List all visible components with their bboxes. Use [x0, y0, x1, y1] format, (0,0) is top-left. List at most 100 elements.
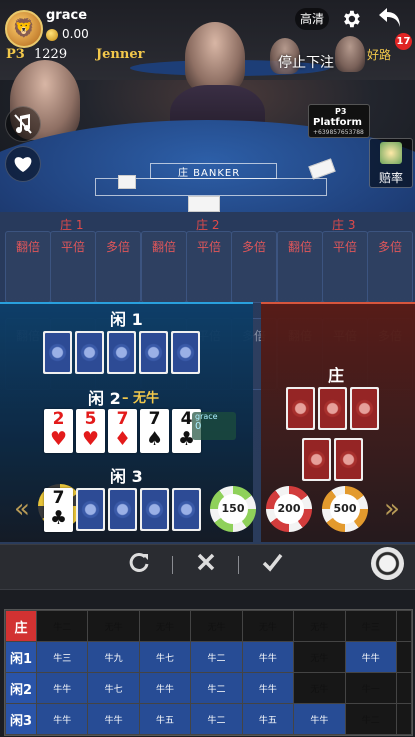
chip-150[interactable]: 150	[210, 486, 256, 532]
results-cell: 牛牛	[35, 672, 89, 704]
results-table: 庄牛二 无牛 无牛 无牛 无牛 无牛 牛三 闲1 牛三 牛九 牛七 牛二 牛牛 无牛 牛牛 闲2 牛牛 牛七 牛牛牛…	[4, 609, 413, 736]
results-cell: 牛二	[190, 641, 243, 673]
player-tag-name: grace	[195, 412, 218, 421]
coin-icon	[46, 29, 58, 41]
bet-option-label: 多倍	[105, 240, 130, 254]
chevron-left-icon[interactable]: «	[14, 494, 30, 524]
check-icon[interactable]	[261, 551, 283, 579]
bet-option-label: 翻倍	[151, 240, 176, 254]
heart-icon	[14, 157, 32, 172]
card-rank: 7	[52, 488, 65, 508]
results-cell: 牛牛	[138, 672, 192, 704]
results-cell: 牛牛	[344, 641, 398, 673]
bet-option-banker1-equal[interactable]: 平倍	[50, 231, 96, 303]
bet-option-banker2-multi[interactable]: 多倍	[231, 231, 277, 303]
playing-card: 2 ♥	[44, 409, 73, 453]
results-cell	[396, 641, 412, 673]
results-cell: 无牛	[293, 672, 346, 704]
results-row: 庄牛二 无牛 无牛 无牛 无牛 无牛 牛三	[5, 610, 412, 642]
bet-option-banker3-multi[interactable]: 多倍	[367, 231, 413, 303]
room-value: 1229	[34, 47, 68, 62]
username: grace	[46, 8, 88, 23]
table-card	[118, 175, 136, 189]
card-suit: ♥	[81, 428, 100, 450]
result-separator: –	[122, 391, 129, 406]
favorite-button[interactable]	[5, 146, 41, 182]
card-back	[172, 488, 201, 531]
music-toggle-button[interactable]	[5, 106, 41, 142]
results-cell: 牛一	[344, 672, 398, 704]
player2-result-text: 无牛	[133, 391, 160, 406]
results-row-label: 闲3	[5, 703, 37, 735]
results-cell: 牛五	[241, 703, 295, 735]
results-cell: 无牛	[241, 610, 295, 642]
roadmap-link[interactable]: 好路	[367, 46, 391, 63]
card-back	[75, 331, 104, 374]
platform-sign-line3: +639857653788	[313, 129, 364, 136]
results-cell: 无牛	[293, 641, 346, 673]
chip-200[interactable]: 200	[266, 486, 312, 532]
card-back	[302, 438, 331, 481]
results-cell: 牛七	[138, 641, 192, 673]
player2-result: – 无牛	[122, 387, 159, 406]
card-back	[171, 331, 200, 374]
card-suit: ♦	[113, 428, 132, 450]
card-back	[318, 387, 347, 430]
results-cell: 牛牛	[241, 641, 295, 673]
chip-500[interactable]: 500	[322, 486, 368, 532]
dealer-name: Jenner	[96, 47, 145, 62]
music-off-icon	[14, 114, 32, 134]
card-rank: 2	[52, 409, 65, 429]
odds-label: 赔率	[378, 171, 403, 185]
close-icon[interactable]	[195, 551, 217, 579]
results-cell: 牛牛	[241, 672, 295, 704]
bet-option-label: 多倍	[377, 240, 402, 254]
card-back	[286, 387, 315, 430]
results-cell: 无牛	[138, 610, 192, 642]
back-icon[interactable]	[377, 6, 403, 30]
card-back	[107, 331, 136, 374]
results-row-label: 闲2	[5, 672, 37, 704]
refresh-icon[interactable]	[128, 551, 150, 579]
table-card	[188, 196, 220, 212]
results-cell	[396, 610, 412, 642]
status-text: 停止下注	[278, 55, 334, 71]
playing-card: 5 ♥	[76, 409, 105, 453]
bet-option-banker3-equal[interactable]: 平倍	[322, 231, 368, 303]
chip-settings-icon[interactable]	[371, 547, 404, 580]
player3-title: 闲 3	[110, 467, 143, 486]
results-cell: 牛九	[87, 641, 140, 673]
chevron-right-icon[interactable]: »	[384, 494, 400, 524]
bet-option-label: 平倍	[332, 240, 357, 254]
bet-option-label: 平倍	[60, 240, 85, 254]
results-cell: 牛三	[344, 610, 398, 642]
quality-button[interactable]: 高清	[295, 8, 329, 30]
banker-title: 庄	[328, 366, 345, 385]
card-back	[334, 438, 363, 481]
avatar[interactable]: 🦁	[5, 10, 43, 48]
results-cell: 牛二	[190, 672, 243, 704]
playing-card: 7 ♦	[108, 409, 137, 453]
player-tag-amount: 0	[195, 421, 202, 432]
notification-badge[interactable]: 17	[395, 33, 412, 50]
results-row: 闲1 牛三 牛九 牛七 牛二 牛牛 无牛 牛牛	[5, 641, 412, 673]
results-cell: 无牛	[293, 610, 346, 642]
results-cell: 牛二	[35, 610, 89, 642]
bet-option-banker1-multi[interactable]: 多倍	[95, 231, 141, 303]
results-cell	[396, 703, 412, 735]
bet-option-banker3-double[interactable]: 翻倍	[277, 231, 323, 303]
bet-option-banker2-equal[interactable]: 平倍	[186, 231, 232, 303]
card-rank: 5	[84, 409, 97, 429]
chip-value: 500	[330, 494, 360, 524]
bet-option-label: 平倍	[196, 240, 221, 254]
odds-button[interactable]: 赔率	[369, 138, 413, 188]
room-code: P3	[6, 47, 25, 62]
odds-icon	[380, 142, 402, 164]
gear-icon[interactable]	[340, 8, 362, 30]
card-back	[140, 488, 169, 531]
bet-option-banker1-double[interactable]: 翻倍	[5, 231, 51, 303]
player-tag: grace 0	[192, 412, 236, 440]
platform-sign: P3 Platform +639857653788	[308, 104, 370, 138]
main-dealer-head	[185, 22, 245, 92]
bet-option-banker2-double[interactable]: 翻倍	[141, 231, 187, 303]
